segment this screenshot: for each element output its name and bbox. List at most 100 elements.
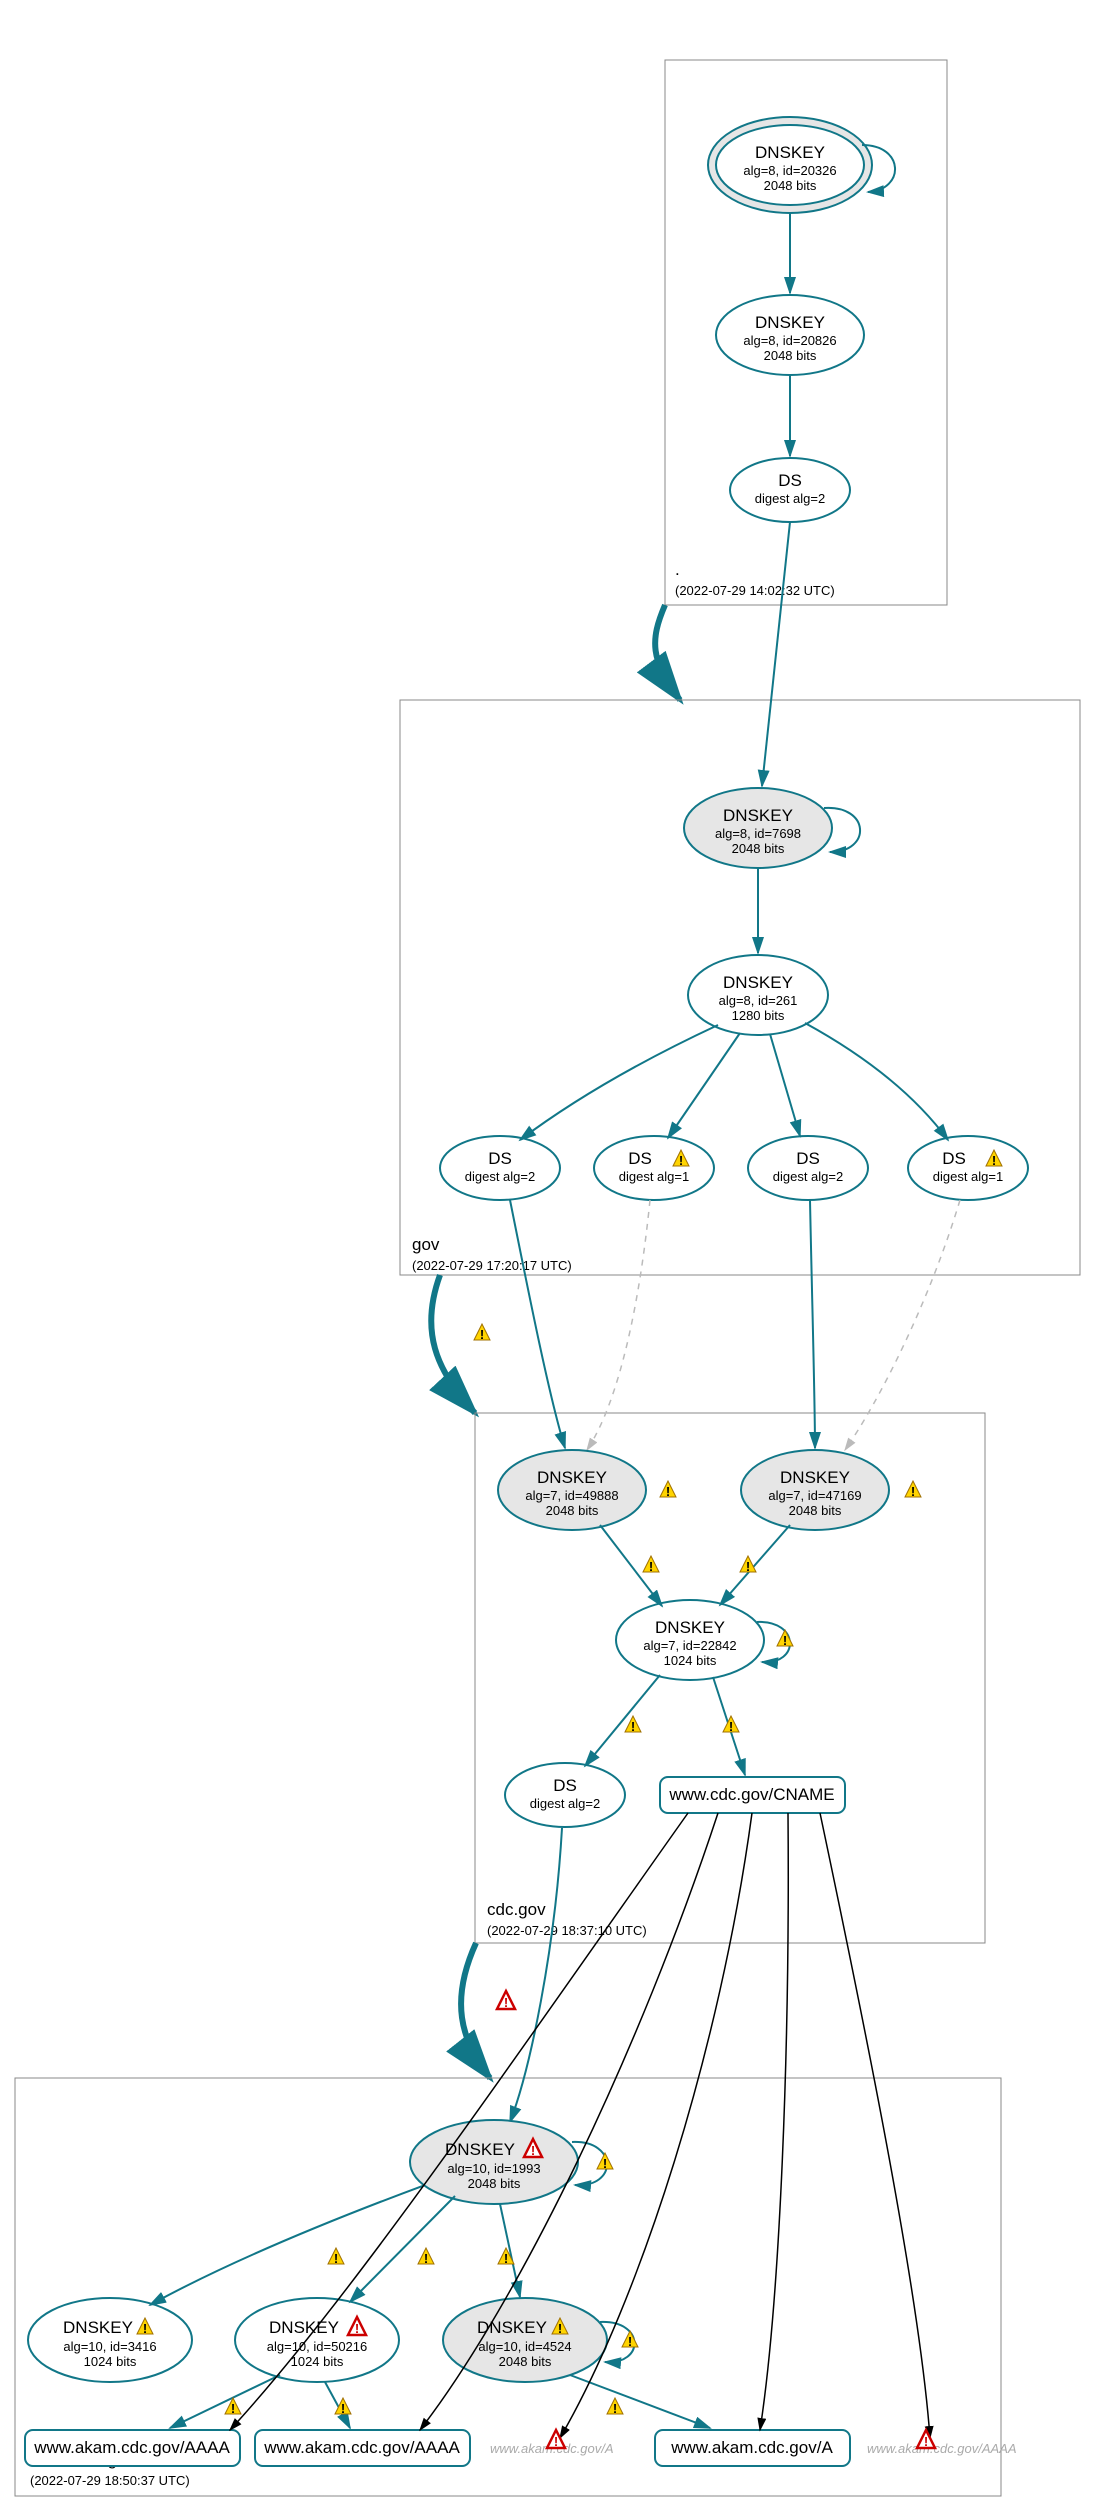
node-root-ksk: DNSKEY alg=8, id=20326 2048 bits <box>708 117 872 213</box>
warn-icon: ! <box>740 1556 756 1574</box>
svg-text:!: ! <box>992 1153 996 1168</box>
gov-ds1-title: DS <box>488 1149 512 1168</box>
svg-text:!: ! <box>558 2321 562 2336</box>
edge-akam-k3-r3 <box>570 2375 710 2428</box>
warn-icon: ! <box>660 1481 676 1499</box>
node-gov-ds4: DS digest alg=1 <box>908 1136 1028 1200</box>
akam-k1-l1: alg=10, id=3416 <box>63 2339 156 2354</box>
edge-cdc-k2-zsk <box>720 1525 790 1605</box>
gov-ds4-l1: digest alg=1 <box>933 1169 1003 1184</box>
warn-icon: ! <box>905 1481 921 1499</box>
svg-text:!: ! <box>924 2434 928 2449</box>
gov-ds3-l1: digest alg=2 <box>773 1169 843 1184</box>
node-akam-k1: DNSKEY alg=10, id=3416 1024 bits <box>28 2298 192 2382</box>
svg-text:!: ! <box>334 2251 338 2266</box>
node-cdc-zsk: DNSKEY alg=7, id=22842 1024 bits <box>616 1600 764 1680</box>
cdc-k1-title: DNSKEY <box>537 1468 607 1487</box>
node-akam-r1: www.akam.cdc.gov/AAAA <box>25 2430 240 2466</box>
svg-text:!: ! <box>631 1719 635 1734</box>
node-gov-ds2: DS digest alg=1 <box>594 1136 714 1200</box>
edge-akam-ksk-k2 <box>350 2196 455 2302</box>
svg-text:!: ! <box>679 1153 683 1168</box>
root-ksk-l1: alg=8, id=20326 <box>743 163 836 178</box>
node-root-ds: DS digest alg=2 <box>730 458 850 522</box>
warn-icon: ! <box>625 1716 641 1734</box>
svg-text:!: ! <box>783 1633 787 1648</box>
cdc-k1-l2: 2048 bits <box>546 1503 599 1518</box>
gov-zsk-l2: 1280 bits <box>732 1008 785 1023</box>
gov-ksk-title: DNSKEY <box>723 806 793 825</box>
svg-text:!: ! <box>504 1995 508 2010</box>
node-akam-r2: www.akam.cdc.gov/AAAA <box>255 2430 470 2466</box>
gov-ksk-l2: 2048 bits <box>732 841 785 856</box>
edge-gov-ds3-cdc-k2 <box>810 1200 815 1448</box>
cdc-k2-l1: alg=7, id=47169 <box>768 1488 861 1503</box>
error-icon: ! <box>917 2430 935 2449</box>
node-gov-ds1: DS digest alg=2 <box>440 1136 560 1200</box>
gov-zsk-l1: alg=8, id=261 <box>719 993 798 1008</box>
cdc-k1-l1: alg=7, id=49888 <box>525 1488 618 1503</box>
akam-r2-title: www.akam.cdc.gov/AAAA <box>263 2438 460 2457</box>
warn-icon: ! <box>643 1556 659 1574</box>
warn-icon: ! <box>335 2398 351 2416</box>
akam-k1-l2: 1024 bits <box>84 2354 137 2369</box>
node-root-zsk: DNSKEY alg=8, id=20826 2048 bits <box>716 295 864 375</box>
gov-ds1-l1: digest alg=2 <box>465 1169 535 1184</box>
warn-icon: ! <box>607 2398 623 2416</box>
gov-ksk-l1: alg=8, id=7698 <box>715 826 801 841</box>
cdc-zsk-l1: alg=7, id=22842 <box>643 1638 736 1653</box>
akam-k3-title: DNSKEY <box>477 2318 547 2337</box>
akam-r3-title: www.akam.cdc.gov/A <box>670 2438 833 2457</box>
node-gov-ds3: DS digest alg=2 <box>748 1136 868 1200</box>
cdc-zsk-title: DNSKEY <box>655 1618 725 1637</box>
svg-text:!: ! <box>666 1484 670 1499</box>
gov-ds4-title: DS <box>942 1149 966 1168</box>
gov-ds2-l1: digest alg=1 <box>619 1169 689 1184</box>
error-icon: ! <box>497 1991 515 2010</box>
svg-text:!: ! <box>649 1559 653 1574</box>
svg-text:!: ! <box>554 2434 558 2449</box>
warn-icon: ! <box>597 2153 613 2171</box>
warn-icon: ! <box>328 2248 344 2266</box>
gov-ds2-title: DS <box>628 1149 652 1168</box>
node-akam-ksk: DNSKEY alg=10, id=1993 2048 bits <box>410 2120 578 2204</box>
dnssec-graph: . (2022-07-29 14:02:32 UTC) DNSKEY alg=8… <box>0 0 1104 2515</box>
node-akam-k3: DNSKEY alg=10, id=4524 2048 bits <box>443 2298 607 2382</box>
root-zsk-title: DNSKEY <box>755 313 825 332</box>
svg-text:!: ! <box>729 1719 733 1734</box>
root-ksk-title: DNSKEY <box>755 143 825 162</box>
root-zsk-l1: alg=8, id=20826 <box>743 333 836 348</box>
zone-root-timestamp: (2022-07-29 14:02:32 UTC) <box>675 583 835 598</box>
edge-gov-zsk-ds1 <box>520 1025 718 1140</box>
edge-akam-k2-r1 <box>170 2375 280 2428</box>
gov-ds3-title: DS <box>796 1149 820 1168</box>
edge-cdc-zsk-ds <box>585 1675 660 1766</box>
edge-akam-ksk-k1 <box>150 2185 425 2305</box>
edge-gov-zsk-ds4 <box>805 1023 948 1140</box>
cdc-k2-l2: 2048 bits <box>789 1503 842 1518</box>
svg-text:!: ! <box>143 2321 147 2336</box>
warn-icon: ! <box>777 1630 793 1648</box>
edge-cname-ghost-aaaa <box>820 1813 930 2438</box>
node-cdc-k2: DNSKEY alg=7, id=47169 2048 bits <box>741 1450 889 1530</box>
node-cdc-ds: DS digest alg=2 <box>505 1763 625 1827</box>
cdc-ds-l1: digest alg=2 <box>530 1796 600 1811</box>
gov-zsk-title: DNSKEY <box>723 973 793 992</box>
node-akam-r3: www.akam.cdc.gov/A <box>655 2430 850 2466</box>
edge-zone-gov-cdc <box>431 1275 475 1413</box>
zone-gov-timestamp: (2022-07-29 17:20:17 UTC) <box>412 1258 572 1273</box>
svg-text:!: ! <box>911 1484 915 1499</box>
warn-icon: ! <box>622 2331 638 2349</box>
root-ksk-l2: 2048 bits <box>764 178 817 193</box>
akam-k2-l2: 1024 bits <box>291 2354 344 2369</box>
akam-ghost-aaaa: www.akam.cdc.gov/AAAA <box>867 2441 1017 2456</box>
zone-root-label: . <box>675 560 680 579</box>
cdc-k2-title: DNSKEY <box>780 1468 850 1487</box>
warn-icon: ! <box>418 2248 434 2266</box>
zone-cdc-timestamp: (2022-07-29 18:37:10 UTC) <box>487 1923 647 1938</box>
svg-text:!: ! <box>355 2321 359 2336</box>
svg-text:!: ! <box>231 2401 235 2416</box>
node-cdc-cname: www.cdc.gov/CNAME <box>660 1777 845 1813</box>
edge-cname-r3 <box>760 1813 788 2430</box>
edge-gov-zsk-ds2 <box>668 1033 740 1138</box>
